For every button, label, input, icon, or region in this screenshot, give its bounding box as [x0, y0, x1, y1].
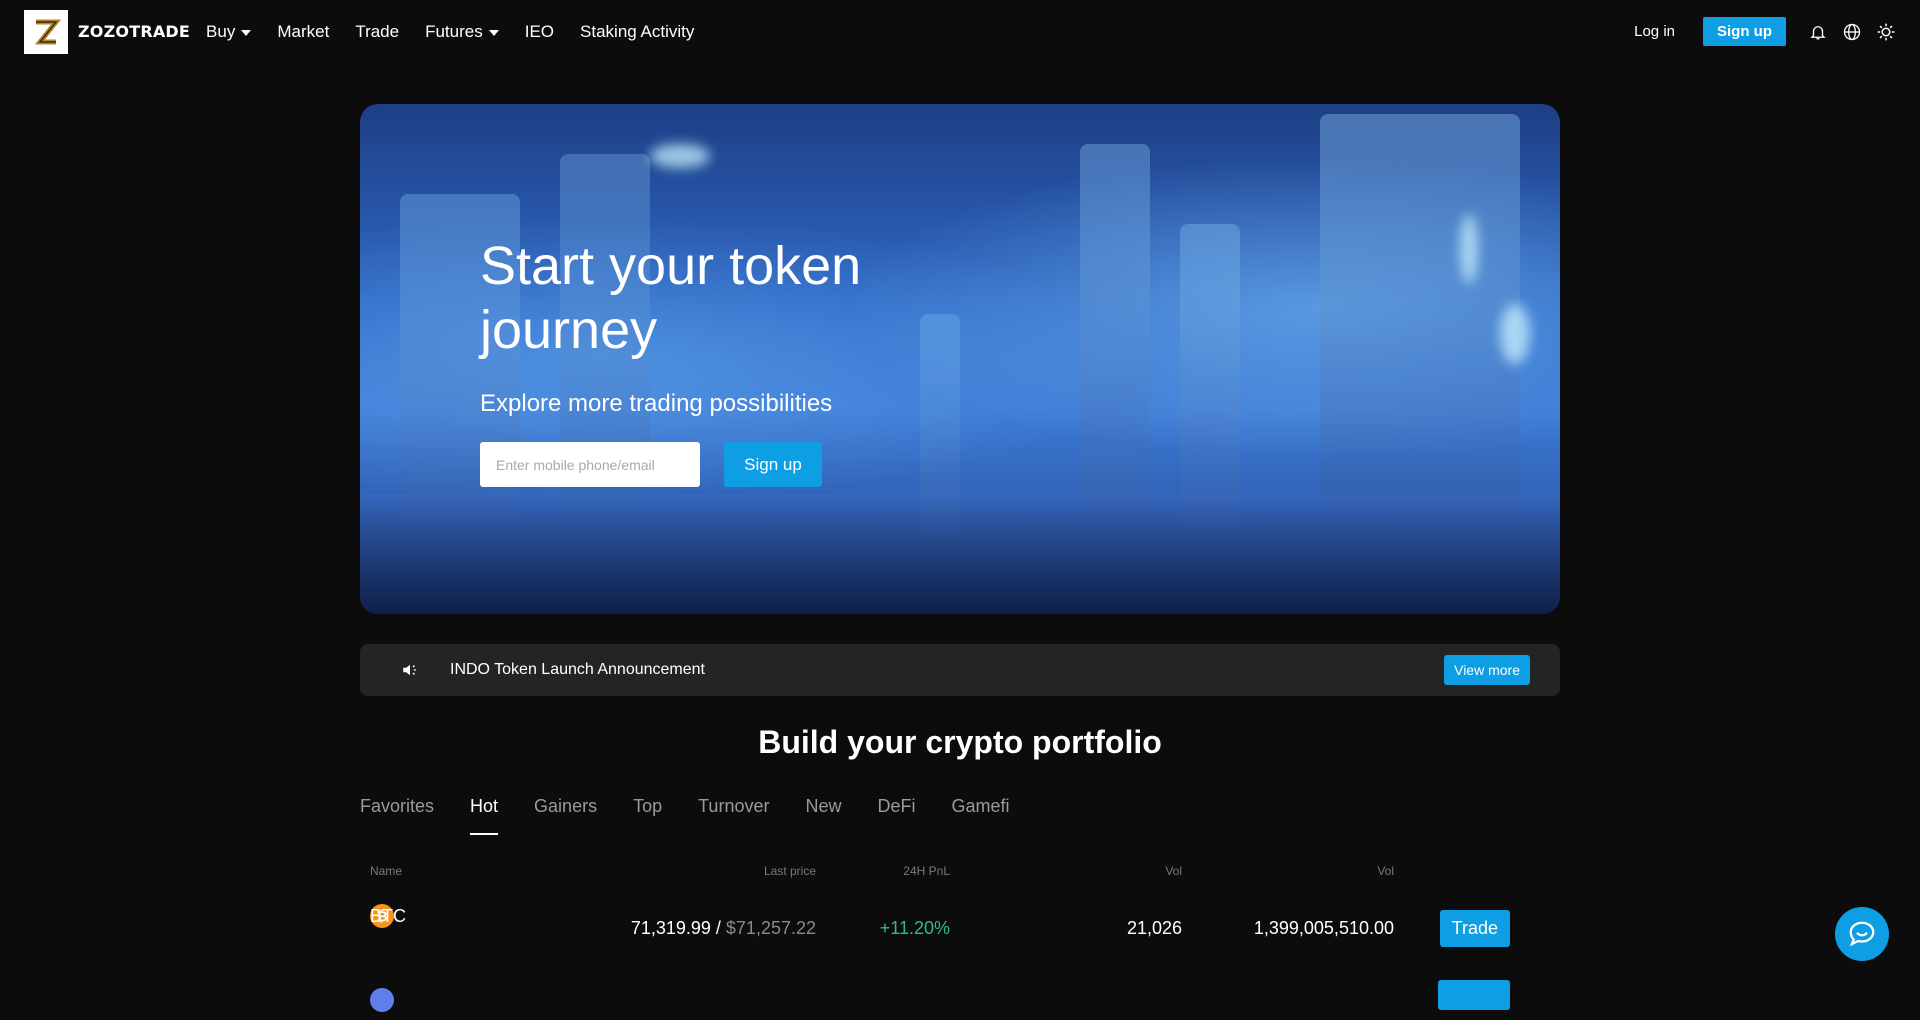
price-value: 71,319.99 — [630, 918, 711, 938]
announcement-text[interactable]: INDO Token Launch Announcement — [450, 661, 705, 679]
nav-item-trade[interactable]: Trade — [355, 22, 399, 42]
caret-down-icon — [241, 29, 252, 36]
nav-item-label: Staking Activity — [580, 21, 695, 41]
pnl-value: +11.20% — [879, 918, 950, 938]
signup-button[interactable]: Sign up — [1703, 17, 1786, 46]
market-tabs: Favorites Hot Gainers Top Turnover New D… — [360, 796, 1010, 835]
globe-icon[interactable] — [1842, 22, 1862, 42]
nav-item-ieo[interactable]: IEO — [525, 22, 554, 42]
nav-item-label: Trade — [355, 21, 400, 41]
tab-turnover[interactable]: Turnover — [698, 796, 769, 835]
tab-gainers[interactable]: Gainers — [534, 796, 597, 835]
tab-favorites[interactable]: Favorites — [360, 796, 434, 835]
nav-item-futures[interactable]: Futures — [425, 22, 499, 42]
column-vol: Vol — [1165, 864, 1182, 878]
nav-item-label: IEO — [524, 21, 555, 41]
sun-icon[interactable] — [1876, 22, 1896, 42]
nav-item-label: Market — [277, 21, 330, 41]
trade-button[interactable] — [1438, 980, 1510, 1010]
price-usd: $71,257.22 — [725, 918, 816, 938]
tab-gamefi[interactable]: Gamefi — [952, 796, 1010, 835]
nav-item-label: Buy — [206, 21, 236, 41]
bell-icon[interactable] — [1808, 22, 1828, 42]
hero-subtitle: Explore more trading possibilities — [480, 390, 833, 417]
hero-signup-form: Sign up — [480, 442, 980, 487]
nav-actions: Log in Sign up — [1634, 17, 1896, 46]
chat-icon — [1849, 921, 1875, 947]
nav-item-buy[interactable]: Buy — [206, 21, 252, 42]
phone-email-input[interactable] — [480, 442, 700, 487]
table-row[interactable]: ₿ BTC 71,319.99 / $71,257.22 +11.20% 21,… — [360, 904, 1560, 948]
logo-text: ZOZOTRADE — [78, 22, 191, 41]
coin-symbol: BTC — [370, 905, 406, 926]
turnover-value: 1,399,005,510.00 — [1253, 918, 1394, 938]
hero-content: Start your token journey Explore more tr… — [480, 234, 980, 487]
tab-top[interactable]: Top — [633, 796, 662, 835]
announcement-bar: INDO Token Launch Announcement View more — [360, 644, 1560, 696]
hero-title: Start your token journey — [480, 236, 862, 360]
portfolio-title: Build your crypto portfolio — [758, 724, 1162, 760]
logo-icon — [24, 9, 68, 54]
nav-item-market[interactable]: Market — [277, 22, 329, 42]
column-last-price: Last price — [763, 864, 816, 878]
last-price: 71,319.99 / $71,257.22 — [630, 918, 816, 938]
logo[interactable]: ZOZOTRADE — [24, 9, 191, 54]
vol-value: 21,026 — [1126, 918, 1182, 938]
trade-button[interactable]: Trade — [1439, 910, 1510, 947]
tab-new[interactable]: New — [805, 796, 841, 835]
tab-hot[interactable]: Hot — [470, 796, 499, 835]
column-turnover: Vol — [1377, 864, 1394, 878]
hero-signup-button[interactable]: Sign up — [724, 442, 822, 487]
column-name: Name — [370, 864, 403, 878]
eth-icon — [370, 988, 394, 1012]
login-link[interactable]: Log in — [1634, 23, 1675, 40]
table-row[interactable] — [360, 980, 1560, 1020]
table-header: Name Last price 24H PnL Vol Vol — [360, 864, 1560, 880]
nav-menu: Buy Market Trade Futures IEO Staking Act… — [206, 22, 694, 42]
nav-item-label: Futures — [425, 21, 483, 41]
chat-support-button[interactable] — [1835, 907, 1889, 961]
top-nav: ZOZOTRADE Buy Market Trade Futures IEO S… — [0, 0, 1920, 63]
tab-defi[interactable]: DeFi — [877, 796, 915, 835]
speaker-icon — [400, 660, 420, 680]
view-more-button[interactable]: View more — [1444, 655, 1530, 685]
trade-cell: Trade — [1439, 910, 1510, 947]
nav-item-staking[interactable]: Staking Activity — [580, 22, 694, 42]
caret-down-icon — [488, 29, 499, 36]
hero-banner: Start your token journey Explore more tr… — [360, 104, 1560, 614]
column-pnl: 24H PnL — [903, 864, 950, 878]
